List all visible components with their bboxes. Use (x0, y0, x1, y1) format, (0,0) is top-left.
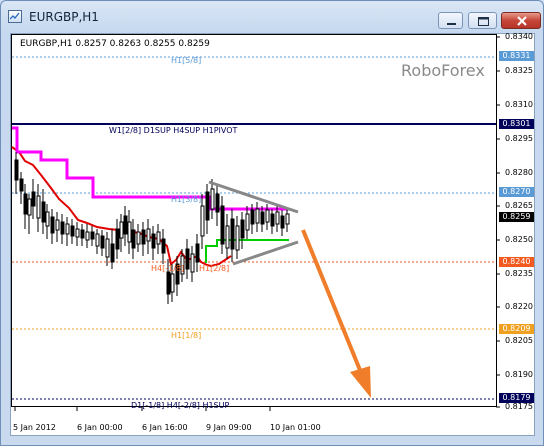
price-tick-label: 0.8220 (505, 302, 533, 311)
price-tag-current: 0.8259 (499, 212, 534, 222)
minimize-icon (447, 23, 456, 25)
price-tick-label: 0.8235 (505, 269, 533, 278)
forecast-arrow (301, 229, 371, 398)
price-tick-label: 0.8265 (505, 201, 533, 210)
candlesticks (14, 152, 290, 304)
price-tick-label: 0.8295 (505, 134, 533, 143)
price-tick-label: 0.8340 (505, 32, 533, 41)
price-tick-label: 0.8280 (505, 168, 533, 177)
level-label-h1-1-8: H1[1/8] (171, 331, 202, 340)
price-tick-label: 0.8190 (505, 370, 533, 379)
chart-window: EURGBP,H1 EURGBP,H1 0.8257 0.8263 0.8255… (0, 0, 544, 446)
level-label-h1-3-8: H1[3/8] (171, 195, 202, 204)
window-title: EURGBP,H1 (29, 10, 99, 24)
price-tick-label: 0.8325 (505, 66, 533, 75)
level-label-h1-5-8: H1[5/8] (171, 56, 202, 65)
level-label-h1-2-8: H1[2/8] (199, 264, 230, 273)
price-tag-h4-neg1-8: 0.8240 (499, 257, 534, 267)
close-icon (517, 16, 527, 26)
price-tag-pivot: 0.8301 (499, 119, 534, 129)
time-tick-label: 6 Jan 00:00 (77, 423, 123, 432)
chart-window-icon (8, 10, 22, 23)
time-tick-label: 6 Jan 16:00 (142, 423, 188, 432)
maximize-icon (478, 17, 489, 26)
maximize-button[interactable] (468, 12, 497, 29)
close-button[interactable] (501, 12, 541, 29)
level-label-w1-pivot: W1[2/8] D1SUP H4SUP H1PIVOT (109, 126, 238, 135)
price-tag-d1-sup: 0.8179 (499, 393, 534, 403)
chart-info: EURGBP,H1 0.8257 0.8263 0.8255 0.8259 (20, 39, 210, 49)
upper-envelope-line (12, 126, 289, 211)
chart-canvas (11, 34, 500, 411)
watermark-logo: RoboForex (401, 61, 485, 80)
chart-area[interactable]: EURGBP,H1 0.8257 0.8263 0.8255 0.8259 Ro… (10, 32, 535, 436)
time-tick-label: 5 Jan 2012 (13, 423, 56, 432)
level-label-h4-neg1-8: H4[-1/8] (151, 264, 185, 273)
price-tag-h1-1-8: 0.8209 (499, 324, 534, 334)
price-tick-label: 0.8175 (505, 402, 533, 411)
time-tick-label: 10 Jan 01:00 (270, 423, 321, 432)
price-tag-h1-3-8: 0.8270 (499, 187, 534, 197)
title-bar[interactable]: EURGBP,H1 (1, 1, 543, 33)
price-tag-h1-5-8: 0.8331 (499, 51, 534, 61)
price-tick-label: 0.8250 (505, 235, 533, 244)
minimize-button[interactable] (438, 12, 463, 29)
price-tick-label: 0.8310 (505, 100, 533, 109)
level-label-d1-sup: D1[-1/8] H4[-2/8] H1SUP (131, 401, 230, 410)
time-tick-label: 9 Jan 09:00 (206, 423, 252, 432)
price-tick-label: 0.8205 (505, 336, 533, 345)
